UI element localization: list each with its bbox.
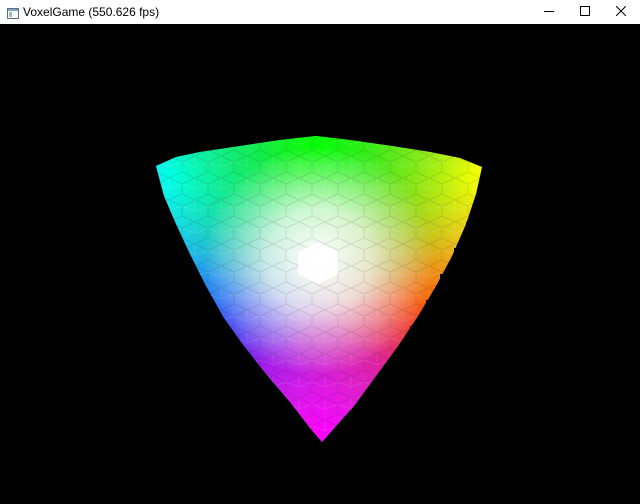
close-button[interactable] — [598, 0, 640, 24]
title-bar[interactable]: VoxelGame (550.626 fps) — [0, 0, 640, 24]
app-window: VoxelGame (550.626 fps) — [0, 0, 640, 504]
minimize-icon — [544, 3, 554, 21]
app-window-icon — [7, 6, 19, 19]
game-viewport[interactable] — [0, 24, 640, 504]
window-title: VoxelGame (550.626 fps) — [23, 5, 160, 19]
voxel-scene — [156, 134, 482, 442]
rgb-color-cube — [156, 136, 482, 442]
maximize-icon — [580, 3, 590, 21]
close-icon — [615, 3, 627, 21]
